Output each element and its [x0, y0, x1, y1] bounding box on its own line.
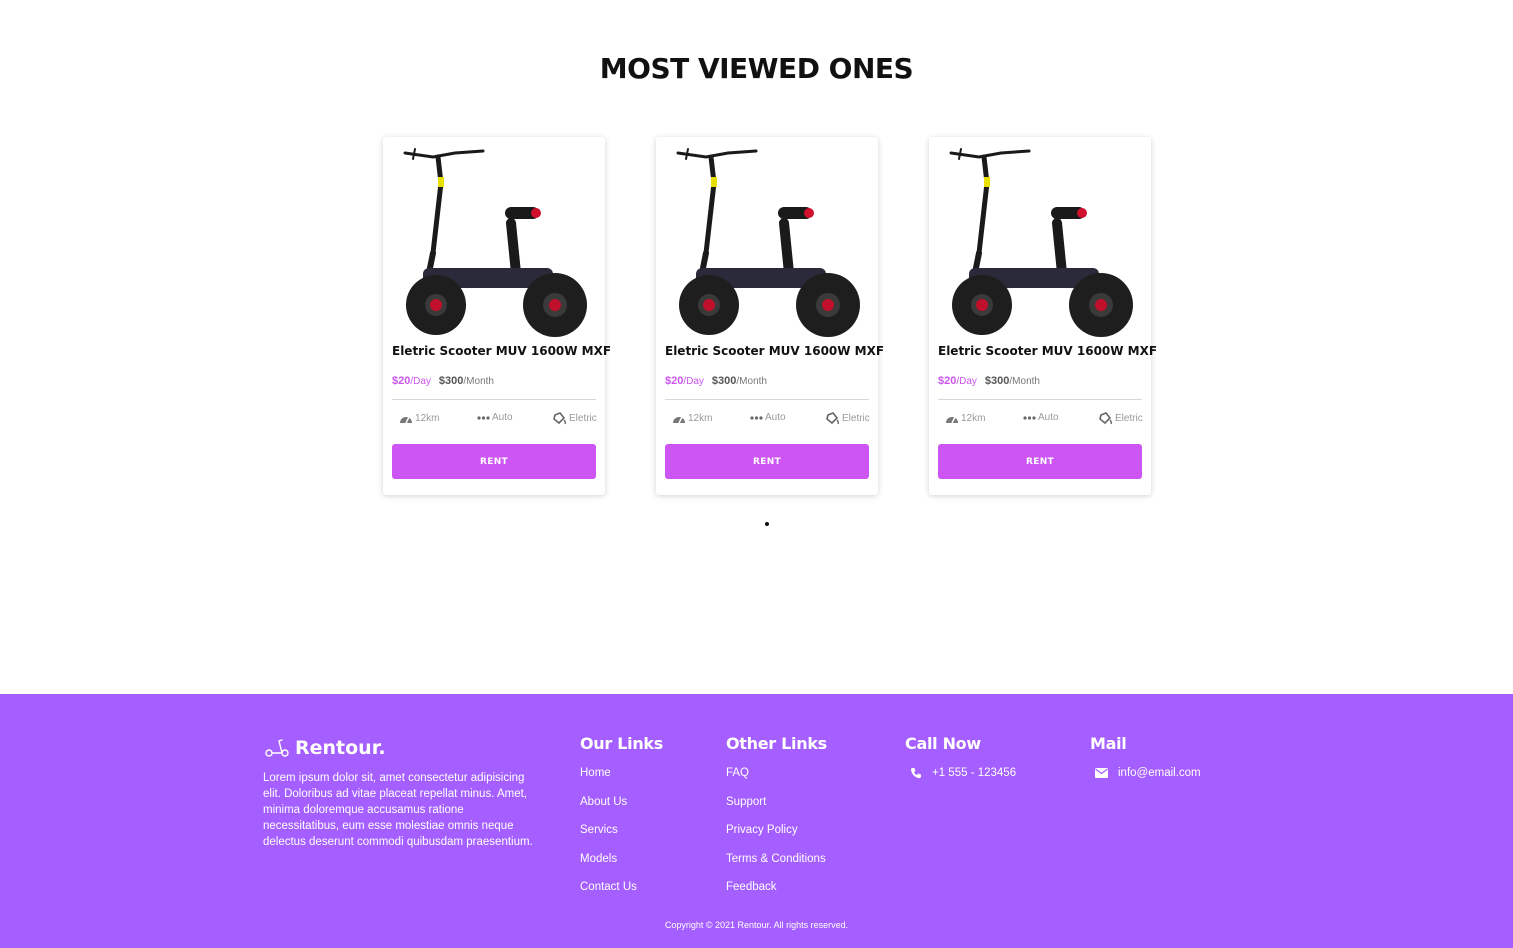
- price-month-unit: /Month: [736, 376, 767, 387]
- scooter-image: [676, 148, 860, 337]
- spec-range: 12km: [399, 412, 439, 424]
- spec-type-value: Eletric: [569, 413, 597, 424]
- price-month: $300: [711, 375, 737, 387]
- footer-link-contact[interactable]: Contact Us: [580, 881, 663, 910]
- spec-mode: Auto: [1023, 412, 1059, 423]
- footer-link-faq[interactable]: FAQ: [726, 767, 827, 796]
- speedometer-icon: [400, 416, 412, 424]
- our-links-column: Our Links Home About Us Servics Models C…: [580, 734, 663, 910]
- spec-range-value: 12km: [961, 412, 986, 424]
- fuel-icon: [553, 412, 567, 425]
- price-month: $300: [984, 375, 1010, 387]
- other-links-title: Other Links: [726, 734, 827, 753]
- footer-link-home[interactable]: Home: [580, 767, 663, 796]
- price-day-unit: /Day: [410, 376, 431, 387]
- call-title: Call Now: [905, 734, 981, 753]
- footer-link-feedback[interactable]: Feedback: [726, 881, 827, 910]
- rent-button[interactable]: RENT: [938, 444, 1142, 479]
- price-row: $20/Day $300/Month: [938, 375, 1040, 387]
- spec-mode: Auto: [750, 412, 786, 423]
- footer: Rentour. Lorem ipsum dolor sit, amet con…: [0, 694, 1513, 948]
- divider: [665, 399, 869, 400]
- product-card: Eletric Scooter MUV 1600W MXF $20/Day $30…: [656, 137, 885, 495]
- price-row: $20/Day $300/Month: [392, 375, 494, 387]
- fuel-icon: [1099, 412, 1113, 425]
- brand-name: Rentour.: [295, 737, 386, 759]
- rent-button[interactable]: RENT: [392, 444, 596, 479]
- our-links-title: Our Links: [580, 734, 663, 753]
- rent-button[interactable]: RENT: [665, 444, 869, 479]
- phone-link[interactable]: +1 555 - 123456: [910, 767, 1016, 779]
- divider: [938, 399, 1142, 400]
- spec-range-value: 12km: [688, 412, 713, 424]
- spec-range: 12km: [672, 412, 712, 424]
- footer-link-privacy[interactable]: Privacy Policy: [726, 824, 827, 853]
- dots-icon: [477, 415, 490, 420]
- spec-mode-value: Auto: [492, 412, 513, 423]
- phone-number: +1 555 - 123456: [932, 767, 1017, 779]
- call-column: Call Now +1 555 - 123456: [905, 734, 1016, 779]
- price-day-unit: /Day: [683, 376, 704, 387]
- divider: [392, 399, 596, 400]
- section-title: MOST VIEWED ONES: [599, 52, 914, 85]
- other-links-column: Other Links FAQ Support Privacy Policy T…: [726, 734, 827, 910]
- price-month: $300: [438, 375, 464, 387]
- price-day: $20: [938, 375, 957, 387]
- envelope-icon: [1095, 768, 1108, 778]
- spec-range-value: 12km: [415, 412, 440, 424]
- price-day: $20: [392, 375, 411, 387]
- email-link[interactable]: info@email.com: [1095, 767, 1201, 779]
- carousel-dot[interactable]: [765, 522, 769, 526]
- speedometer-icon: [673, 416, 685, 424]
- footer-link-support[interactable]: Support: [726, 796, 827, 825]
- dots-icon: [750, 415, 763, 420]
- email-address: info@email.com: [1118, 767, 1201, 779]
- product-card: Eletric Scooter MUV 1600W MXF $20/Day $30…: [929, 137, 1158, 495]
- spec-type: Eletric: [553, 412, 597, 425]
- mail-column: Mail info@email.com: [1090, 734, 1201, 779]
- scooter-image: [403, 148, 587, 337]
- footer-link-services[interactable]: Servics: [580, 824, 663, 853]
- footer-brand[interactable]: Rentour.: [265, 737, 386, 759]
- footer-link-models[interactable]: Models: [580, 853, 663, 882]
- scooter-icon: [265, 739, 289, 757]
- footer-link-about[interactable]: About Us: [580, 796, 663, 825]
- spec-type-value: Eletric: [1115, 413, 1143, 424]
- price-row: $20/Day $300/Month: [665, 375, 767, 387]
- spec-type-value: Eletric: [842, 413, 870, 424]
- scooter-image: [949, 148, 1133, 337]
- dots-icon: [1023, 415, 1036, 420]
- card-title: Eletric Scooter MUV 1600W MXF: [392, 344, 612, 358]
- spec-type: Eletric: [1099, 412, 1143, 425]
- spec-mode-value: Auto: [765, 412, 786, 423]
- spec-mode-value: Auto: [1038, 412, 1059, 423]
- mail-title: Mail: [1090, 734, 1127, 753]
- brand-description: Lorem ipsum dolor sit, amet consectetur …: [263, 772, 533, 848]
- speedometer-icon: [946, 416, 958, 424]
- price-month-unit: /Month: [463, 376, 494, 387]
- price-day-unit: /Day: [956, 376, 977, 387]
- spec-type: Eletric: [826, 412, 870, 425]
- price-month-unit: /Month: [1009, 376, 1040, 387]
- copyright: Copyright © 2021 Rentour. All rights res…: [664, 920, 849, 930]
- fuel-icon: [826, 412, 840, 425]
- card-title: Eletric Scooter MUV 1600W MXF: [938, 344, 1158, 358]
- spec-range: 12km: [945, 412, 985, 424]
- footer-link-terms[interactable]: Terms & Conditions: [726, 853, 827, 882]
- price-day: $20: [665, 375, 684, 387]
- product-card: Eletric Scooter MUV 1600W MXF $20/Day $30…: [383, 137, 612, 495]
- spec-mode: Auto: [477, 412, 513, 423]
- phone-icon: [910, 768, 921, 779]
- card-title: Eletric Scooter MUV 1600W MXF: [665, 344, 885, 358]
